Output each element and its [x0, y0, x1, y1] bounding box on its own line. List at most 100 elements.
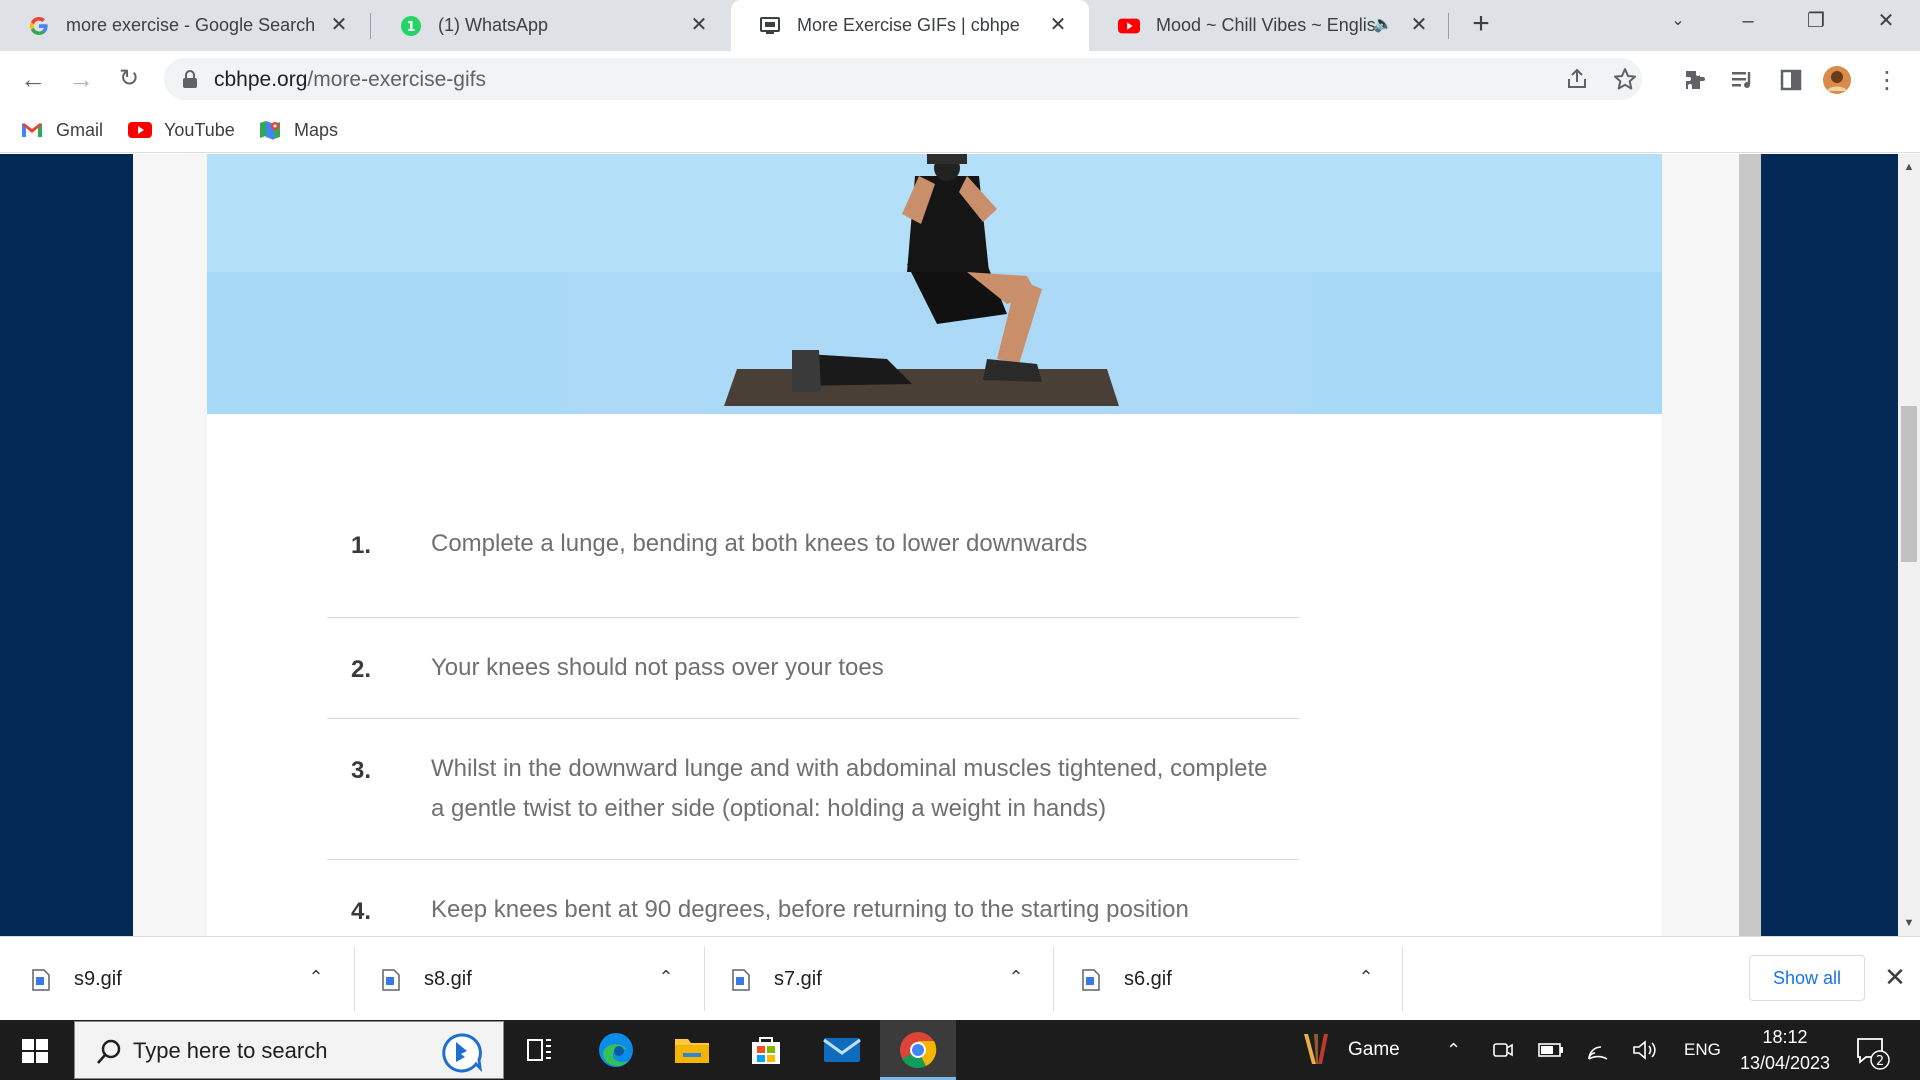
- close-icon[interactable]: ✕: [1047, 14, 1069, 36]
- file-image-icon: [382, 969, 400, 991]
- whatsapp-icon: 1: [400, 15, 422, 37]
- step-number: 3.: [351, 757, 372, 784]
- audio-playing-icon[interactable]: 🔈: [1372, 14, 1394, 36]
- tab-strip: more exercise - Google Search ✕ 1 (1) Wh…: [0, 0, 1920, 51]
- download-item[interactable]: s7.gif ⌃: [700, 937, 1050, 1021]
- media-queue-icon[interactable]: [1728, 65, 1758, 95]
- scrollbar-thumb[interactable]: [1901, 406, 1917, 562]
- bookmark-label: Maps: [294, 119, 339, 140]
- page-side-strip: [1739, 154, 1761, 936]
- url-text[interactable]: cbhpe.org/more-exercise-gifs: [214, 68, 486, 92]
- file-image-icon: [732, 969, 750, 991]
- language-indicator[interactable]: ENG: [1684, 1020, 1721, 1080]
- share-icon[interactable]: [1562, 64, 1592, 94]
- whatsapp-badge: 1: [406, 20, 415, 35]
- bing-chat-icon[interactable]: [441, 1032, 483, 1074]
- microsoft-store-icon[interactable]: [746, 1030, 786, 1070]
- minimize-button[interactable]: –: [1718, 0, 1778, 44]
- mail-icon[interactable]: [822, 1030, 862, 1070]
- step-text: Whilst in the downward lunge and with ab…: [431, 755, 1268, 822]
- close-icon[interactable]: ✕: [1408, 14, 1430, 36]
- tab-google-search[interactable]: more exercise - Google Search ✕: [0, 0, 370, 51]
- file-image-icon: [32, 969, 50, 991]
- tab-title: More Exercise GIFs | cbhpe: [797, 15, 1020, 35]
- meet-now-icon[interactable]: [1492, 1020, 1514, 1080]
- chevron-up-icon[interactable]: ⌃: [1004, 965, 1028, 989]
- step-number: 4.: [351, 898, 372, 925]
- chevron-up-icon[interactable]: ⌃: [654, 965, 678, 989]
- windows-start-icon[interactable]: [14, 1035, 56, 1067]
- bookmark-gmail[interactable]: Gmail: [20, 117, 103, 143]
- download-item[interactable]: s8.gif ⌃: [350, 937, 700, 1021]
- edge-browser-icon[interactable]: [596, 1030, 636, 1070]
- step-text: Keep knees bent at 90 degrees, before re…: [431, 896, 1189, 923]
- show-all-button[interactable]: Show all: [1749, 955, 1865, 1001]
- list-item: 2. Your knees should not pass over your …: [327, 618, 1299, 719]
- volume-icon[interactable]: [1632, 1020, 1658, 1080]
- window-close-button[interactable]: ✕: [1856, 0, 1916, 44]
- tab-search-chevron-icon[interactable]: ⌄: [1648, 0, 1708, 44]
- forward-button[interactable]: →: [66, 65, 96, 95]
- vertical-scrollbar[interactable]: ▲ ▼: [1898, 154, 1920, 936]
- windows-taskbar: Type here to search Game ⌃ ENG 18:12 13/…: [0, 1020, 1920, 1080]
- chevron-up-icon[interactable]: ⌃: [1354, 965, 1378, 989]
- bookmark-maps[interactable]: Maps: [258, 117, 338, 143]
- game-widget[interactable]: Game: [1296, 1020, 1400, 1080]
- show-hidden-icons-chevron-icon[interactable]: ⌃: [1446, 1020, 1461, 1080]
- battery-icon[interactable]: [1538, 1020, 1564, 1080]
- page-viewport: 1. Complete a lunge, bending at both kne…: [0, 154, 1898, 936]
- back-button[interactable]: ←: [18, 65, 48, 95]
- side-panel-icon[interactable]: [1776, 65, 1806, 95]
- notification-count: 2: [1876, 1054, 1884, 1069]
- tab-youtube-music[interactable]: Mood ~ Chill Vibes ~ English 🔈 ✕: [1090, 0, 1450, 51]
- step-number: 2.: [351, 656, 372, 683]
- close-icon[interactable]: ✕: [688, 14, 710, 36]
- bookmark-star-icon[interactable]: [1610, 64, 1640, 94]
- tab-whatsapp[interactable]: 1 (1) WhatsApp ✕: [372, 0, 730, 51]
- search-icon: [97, 1039, 121, 1064]
- tab-more-exercise-gifs[interactable]: More Exercise GIFs | cbhpe ✕: [731, 0, 1089, 51]
- file-image-icon: [1082, 969, 1100, 991]
- task-view-icon[interactable]: [520, 1030, 560, 1070]
- divider: [1402, 947, 1403, 1011]
- page-content-column: 1. Complete a lunge, bending at both kne…: [133, 154, 1760, 936]
- file-explorer-icon[interactable]: [672, 1030, 712, 1070]
- page-icon: [759, 15, 781, 37]
- search-placeholder: Type here to search: [133, 1038, 328, 1063]
- youtube-icon: [128, 122, 152, 138]
- url-domain: cbhpe.org: [214, 68, 308, 91]
- bookmark-label: Gmail: [56, 119, 104, 140]
- step-text: Your knees should not pass over your toe…: [431, 654, 884, 681]
- cricket-game-icon: [1304, 1034, 1328, 1064]
- tab-title: (1) WhatsApp: [438, 15, 549, 35]
- address-bar[interactable]: cbhpe.org/more-exercise-gifs: [164, 58, 1642, 100]
- tab-divider: [1448, 13, 1449, 39]
- scroll-down-arrow-icon[interactable]: ▼: [1903, 918, 1915, 929]
- download-filename: s7.gif: [774, 968, 822, 990]
- download-item[interactable]: s9.gif ⌃: [0, 937, 350, 1021]
- taskbar-search-box[interactable]: Type here to search: [74, 1021, 504, 1079]
- notification-center-icon[interactable]: 2: [1854, 1034, 1890, 1070]
- download-item[interactable]: s6.gif ⌃: [1050, 937, 1400, 1021]
- scroll-up-arrow-icon[interactable]: ▲: [1903, 162, 1915, 173]
- chevron-up-icon[interactable]: ⌃: [304, 965, 328, 989]
- list-item: 3. Whilst in the downward lunge and with…: [327, 719, 1299, 860]
- extensions-icon[interactable]: [1680, 65, 1710, 95]
- menu-kebab-icon[interactable]: ⋮: [1872, 65, 1902, 95]
- gmail-icon: [22, 123, 42, 137]
- close-downloads-icon[interactable]: ✕: [1880, 962, 1910, 992]
- new-tab-button[interactable]: +: [1466, 9, 1496, 40]
- step-number: 1.: [351, 532, 372, 559]
- restore-button[interactable]: ❐: [1786, 0, 1846, 44]
- close-icon[interactable]: ✕: [328, 14, 350, 36]
- exercise-gif-image: [207, 154, 1662, 414]
- article-body: 1. Complete a lunge, bending at both kne…: [207, 154, 1662, 936]
- reload-button[interactable]: ↻: [114, 65, 144, 95]
- bookmark-label: YouTube: [164, 119, 235, 140]
- profile-avatar[interactable]: [1822, 65, 1852, 95]
- clock-time: 18:12: [1762, 1027, 1808, 1047]
- bookmark-youtube[interactable]: YouTube: [128, 117, 235, 143]
- wifi-icon[interactable]: [1586, 1020, 1610, 1080]
- chrome-taskbar-icon[interactable]: [880, 1020, 956, 1080]
- system-clock[interactable]: 18:12 13/04/2023: [1730, 1024, 1840, 1076]
